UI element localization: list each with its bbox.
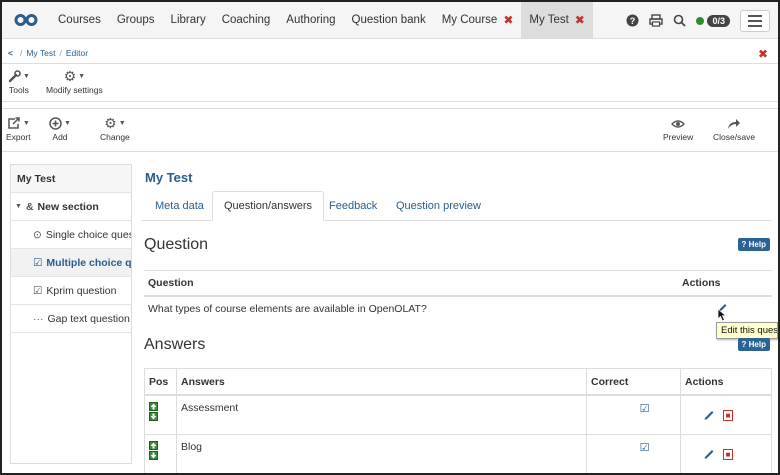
close-tab-icon[interactable]: ✖ xyxy=(503,13,513,27)
nav-tools: ? 0/3 xyxy=(626,2,778,39)
tab-question-preview[interactable]: Question preview xyxy=(385,191,492,221)
search-icon[interactable] xyxy=(673,14,687,27)
gear-icon: ⚙ xyxy=(104,115,117,131)
svg-text:?: ? xyxy=(630,16,636,26)
nav-library[interactable]: Library xyxy=(163,2,214,39)
nav-question-bank[interactable]: Question bank xyxy=(344,2,434,39)
breadcrumb-item[interactable]: My Test xyxy=(26,48,55,58)
chevron-left-icon[interactable]: < xyxy=(8,48,13,58)
change-button[interactable]: ⚙ ▼ Change xyxy=(100,115,130,142)
tab-meta-data[interactable]: Meta data xyxy=(144,191,215,221)
caret-down-icon[interactable]: ▼ xyxy=(15,203,22,210)
edit-pencil-icon[interactable] xyxy=(703,408,715,423)
answer-text: Blog xyxy=(177,435,587,473)
status-badge: 0/3 xyxy=(707,14,730,27)
table-header: Pos Answers Correct Actions xyxy=(145,369,771,396)
tools-button[interactable]: ▼ Tools xyxy=(8,68,30,95)
radio-icon: ⊙ xyxy=(33,228,42,241)
help-icon: ? xyxy=(741,240,747,249)
breadcrumb: < / My Test / Editor ✖ xyxy=(8,47,768,61)
menu-icon[interactable] xyxy=(740,9,770,32)
close-icon[interactable]: ✖ xyxy=(758,47,768,61)
nav-groups[interactable]: Groups xyxy=(109,2,163,39)
tab-question-answers[interactable]: Question/answers xyxy=(212,191,325,221)
eye-icon xyxy=(671,119,686,128)
share-arrow-icon xyxy=(728,118,741,129)
online-dot-icon xyxy=(696,16,705,25)
delete-icon[interactable]: ■ xyxy=(723,448,733,460)
tree-section[interactable]: ▼ & New section xyxy=(11,193,131,221)
tree-root[interactable]: My Test xyxy=(11,165,131,193)
tab-feedback[interactable]: Feedback xyxy=(318,191,388,221)
move-down-icon[interactable] xyxy=(149,451,158,460)
delete-icon[interactable]: ■ xyxy=(723,409,733,421)
preview-button[interactable]: Preview xyxy=(663,115,693,142)
edit-tooltip: Edit this question xyxy=(716,322,778,339)
editor-toolbar: ▼ Export ▼ Add ⚙ ▼ Change Preview Close/s… xyxy=(2,108,778,152)
app-window: Courses Groups Library Coaching Authorin… xyxy=(0,0,780,475)
correct-check-icon[interactable]: ☑ xyxy=(640,441,650,454)
edit-pencil-icon[interactable] xyxy=(703,447,715,462)
question-table: Question Actions What types of course el… xyxy=(144,270,772,322)
help-icon: ? xyxy=(741,340,747,349)
top-navigation: Courses Groups Library Coaching Authorin… xyxy=(2,2,778,39)
tab-bar: Meta data Question/answers Feedback Ques… xyxy=(142,191,772,221)
caret-down-icon: ▼ xyxy=(23,73,30,80)
nav-authoring[interactable]: Authoring xyxy=(278,2,343,39)
correct-check-icon[interactable]: ☑ xyxy=(640,402,650,415)
nav-coaching[interactable]: Coaching xyxy=(214,2,279,39)
help-button[interactable]: ? Help xyxy=(737,338,770,351)
close-tab-icon[interactable]: ✖ xyxy=(575,13,585,27)
caret-down-icon: ▼ xyxy=(118,120,126,127)
answer-text: Assessment xyxy=(177,396,587,434)
nav-my-test[interactable]: My Test ✖ xyxy=(521,2,593,39)
wrench-icon xyxy=(8,70,21,83)
move-up-icon[interactable] xyxy=(149,402,158,411)
export-icon xyxy=(8,117,20,129)
main-content: My Test Meta data Question/answers Feedb… xyxy=(142,164,778,473)
question-text: What types of course elements are availa… xyxy=(148,303,427,315)
add-circle-icon xyxy=(49,117,62,130)
page-title: My Test xyxy=(145,170,193,185)
caret-down-icon: ▼ xyxy=(22,120,30,127)
answers-table: Pos Answers Correct Actions Assessment ☑… xyxy=(144,368,772,473)
tree-item-single-choice[interactable]: ⊙ Single choice question xyxy=(11,221,131,249)
gear-icon: ⚙ xyxy=(63,68,77,84)
section-icon: & xyxy=(25,200,34,213)
add-button[interactable]: ▼ Add xyxy=(49,115,71,142)
checkbox-filled-icon: ☑ xyxy=(33,284,43,297)
print-icon[interactable] xyxy=(649,14,664,27)
move-down-icon[interactable] xyxy=(149,412,158,421)
export-button[interactable]: ▼ Export xyxy=(6,115,31,142)
table-row: Assessment ☑ ■ xyxy=(145,396,771,435)
question-tree: My Test ▼ & New section ⊙ Single choice … xyxy=(10,164,132,464)
openolat-logo-icon[interactable] xyxy=(2,2,50,39)
help-button[interactable]: ? Help xyxy=(737,238,770,251)
caret-down-icon: ▼ xyxy=(64,120,71,127)
modify-settings-button[interactable]: ⚙ ▼ Modify settings xyxy=(46,68,103,95)
checkbox-icon: ☑ xyxy=(33,256,43,269)
close-save-button[interactable]: Close/save xyxy=(713,115,755,142)
tree-item-gap-text[interactable]: ··· Gap text question xyxy=(11,305,131,333)
nav-my-course[interactable]: My Course ✖ xyxy=(434,2,522,39)
table-row: What types of course elements are availa… xyxy=(144,297,772,322)
status-indicator[interactable]: 0/3 xyxy=(696,14,730,27)
help-icon[interactable]: ? xyxy=(626,14,639,27)
tree-item-kprim[interactable]: ☑ Kprim question xyxy=(11,277,131,305)
question-heading: Question xyxy=(144,236,209,253)
move-up-icon[interactable] xyxy=(149,441,158,450)
tools-toolbar: ▼ Tools ⚙ ▼ Modify settings xyxy=(2,63,778,102)
breadcrumb-item[interactable]: Editor xyxy=(66,48,88,58)
caret-down-icon: ▼ xyxy=(78,73,86,80)
table-row: Blog ☑ ■ xyxy=(145,435,771,473)
ellipsis-icon: ··· xyxy=(33,312,44,325)
tree-item-multiple-choice[interactable]: ☑ Multiple choice question xyxy=(11,249,131,277)
answers-heading: Answers xyxy=(144,336,206,353)
nav-courses[interactable]: Courses xyxy=(50,2,109,39)
table-header: Question Actions xyxy=(144,271,772,297)
